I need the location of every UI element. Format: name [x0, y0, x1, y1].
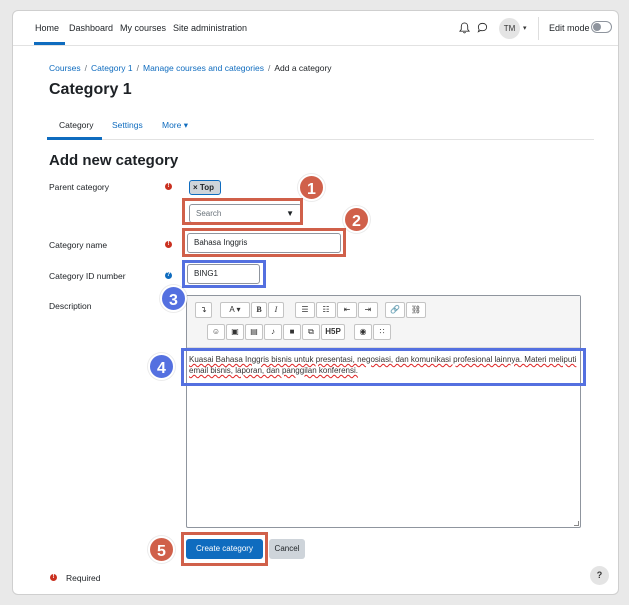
- tabs-divider: [49, 139, 594, 140]
- form-title: Add new category: [49, 152, 179, 169]
- equation-button[interactable]: ∷: [373, 324, 391, 340]
- ordered-list-button[interactable]: ☷: [316, 302, 336, 318]
- outdent-button[interactable]: ⇤: [337, 302, 357, 318]
- required-note: Required: [66, 573, 101, 583]
- tab-category[interactable]: Category: [59, 120, 94, 130]
- category-id-label: Category ID number: [49, 271, 126, 281]
- record-video-button[interactable]: ■: [283, 324, 301, 340]
- accessibility-checker-button[interactable]: ◉: [354, 324, 372, 340]
- chevron-down-icon[interactable]: ▾: [523, 24, 527, 32]
- image-button[interactable]: ▣: [226, 324, 244, 340]
- emoji-button[interactable]: ☺: [207, 324, 225, 340]
- tab-more[interactable]: More ▾: [162, 120, 188, 131]
- annotation-box-1: [182, 198, 303, 225]
- breadcrumb-separator: /: [136, 63, 139, 73]
- breadcrumb-current: Add a category: [274, 63, 332, 73]
- breadcrumb-manage[interactable]: Manage courses and categories: [143, 63, 264, 73]
- chat-icon[interactable]: [477, 22, 488, 33]
- annotation-box-4: [181, 348, 586, 386]
- italic-button[interactable]: I: [268, 302, 284, 318]
- tab-active-indicator: [47, 137, 102, 140]
- page-title: Category 1: [49, 81, 132, 98]
- help-icon[interactable]: ?: [165, 272, 172, 279]
- annotation-box-2: [182, 228, 346, 257]
- description-label: Description: [49, 301, 92, 311]
- browser-frame: Home Dashboard My courses Site administr…: [12, 10, 619, 595]
- indent-button[interactable]: ⇥: [358, 302, 378, 318]
- description-editor[interactable]: ↴ A ▾ B I ☰ ☷ ⇤ ⇥ 🔗 ⛓ ☺ ▣ ▤ ♪ ■ ⧉ H5P ◉ …: [186, 295, 581, 528]
- unordered-list-button[interactable]: ☰: [295, 302, 315, 318]
- annotation-badge-5: 5: [148, 536, 175, 563]
- nav-my-courses[interactable]: My courses: [120, 23, 166, 33]
- annotation-badge-3: 3: [160, 285, 187, 312]
- editor-toolbar: ↴ A ▾ B I ☰ ☷ ⇤ ⇥ 🔗 ⛓ ☺ ▣ ▤ ♪ ■ ⧉ H5P ◉ …: [187, 296, 580, 348]
- media-button[interactable]: ▤: [245, 324, 263, 340]
- annotation-badge-4: 4: [148, 353, 175, 380]
- annotation-badge-2: 2: [343, 206, 370, 233]
- h5p-button[interactable]: H5P: [321, 324, 345, 340]
- breadcrumb-courses[interactable]: Courses: [49, 63, 81, 73]
- font-color-button[interactable]: A ▾: [220, 302, 250, 318]
- bold-button[interactable]: B: [251, 302, 267, 318]
- record-audio-button[interactable]: ♪: [264, 324, 282, 340]
- annotation-box-5: [181, 532, 268, 566]
- help-fab[interactable]: ?: [590, 566, 609, 585]
- required-icon: !: [50, 574, 57, 581]
- paragraph-style-button[interactable]: ↴: [195, 302, 212, 318]
- annotation-badge-1: 1: [298, 174, 325, 201]
- resize-handle[interactable]: [574, 521, 579, 526]
- tab-settings[interactable]: Settings: [112, 120, 143, 130]
- breadcrumb-separator: /: [84, 63, 88, 73]
- cancel-button[interactable]: Cancel: [269, 539, 305, 559]
- top-navbar: Home Dashboard My courses Site administr…: [13, 11, 618, 46]
- category-name-label: Category name: [49, 240, 108, 250]
- breadcrumb-separator: /: [267, 63, 271, 73]
- unlink-button[interactable]: ⛓: [406, 302, 426, 318]
- nav-active-indicator: [34, 42, 65, 45]
- link-button[interactable]: 🔗: [385, 302, 405, 318]
- breadcrumb: Courses / Category 1/Manage courses and ca…: [49, 63, 332, 73]
- manage-files-button[interactable]: ⧉: [302, 324, 320, 340]
- user-avatar[interactable]: TM: [499, 18, 520, 39]
- edit-mode-toggle[interactable]: [591, 21, 612, 33]
- bell-icon[interactable]: [459, 22, 470, 34]
- nav-site-administration[interactable]: Site administration: [173, 23, 247, 33]
- breadcrumb-category[interactable]: Category 1: [91, 63, 133, 73]
- nav-home[interactable]: Home: [35, 23, 59, 33]
- required-icon: !: [165, 241, 172, 248]
- edit-mode-label: Edit mode: [549, 23, 590, 33]
- annotation-box-3: [182, 260, 266, 288]
- required-icon: !: [165, 183, 172, 190]
- navbar-divider: [538, 17, 539, 40]
- nav-dashboard[interactable]: Dashboard: [69, 23, 113, 33]
- parent-category-label: Parent category: [49, 182, 110, 192]
- parent-category-tag[interactable]: × Top: [189, 180, 221, 195]
